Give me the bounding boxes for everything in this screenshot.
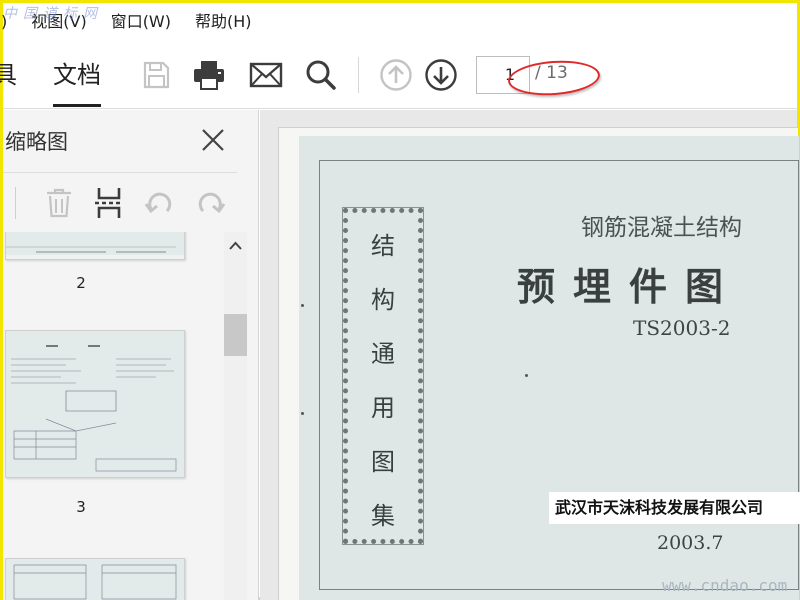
company-name: 武汉市天沫科技发展有限公司: [549, 492, 800, 524]
chevron-up-icon: [229, 241, 242, 250]
thumbnail-page-3[interactable]: [5, 330, 185, 478]
save-button[interactable]: [136, 55, 176, 95]
thumbnail-drawing: [6, 232, 184, 255]
panel-toolbar-separator: [15, 187, 16, 219]
vertical-title-char: 通: [371, 340, 395, 368]
panel-title: 缩略图: [5, 130, 68, 154]
scan-speck: [301, 304, 304, 307]
email-button[interactable]: [246, 55, 286, 95]
menu-item-window[interactable]: 窗口(W): [99, 3, 183, 41]
menu-bar: ) 视图(V) 窗口(W) 帮助(H): [1, 3, 797, 41]
next-page-button[interactable]: [421, 55, 461, 95]
print-button[interactable]: [189, 55, 229, 95]
menu-item-edit[interactable]: ): [1, 3, 19, 41]
arrow-down-icon: [425, 59, 457, 91]
panel-toolbar: [3, 172, 237, 232]
vertical-title-char: 图: [371, 448, 395, 476]
thumbnail-page-number: 3: [76, 498, 86, 516]
document-subtitle: 钢筋混凝土结构: [581, 215, 742, 241]
site-watermark: www.cndao.com: [662, 576, 788, 595]
rotate-right-button[interactable]: [193, 185, 229, 221]
scanned-cover: 结 构 通 用 图 集 钢筋混凝土结构 预埋件图 TS2003-2 武汉市天沫科…: [299, 136, 800, 600]
extract-page-button[interactable]: [91, 185, 127, 221]
thumbnail-page-2[interactable]: [5, 232, 185, 260]
thumbnail-panel: 缩略图 2 3: [3, 110, 259, 600]
toolbar-separator: [358, 57, 359, 93]
thumbnail-scrollbar[interactable]: [224, 232, 247, 600]
thumbnail-page-number: 2: [76, 274, 86, 292]
tab-document[interactable]: 文档: [53, 55, 101, 107]
scan-speck: [525, 374, 528, 377]
undo-icon: [144, 192, 172, 214]
email-icon: [249, 62, 283, 88]
scrollbar-thumb[interactable]: [224, 314, 247, 356]
search-button[interactable]: [301, 55, 341, 95]
scan-speck: [301, 412, 304, 415]
print-icon: [194, 61, 224, 90]
vertical-title: 结 构 通 用 图 集: [348, 219, 418, 543]
thumbnail-list[interactable]: 2 3: [3, 232, 223, 600]
document-code: TS2003-2: [633, 316, 731, 340]
panel-close-button[interactable]: [195, 122, 231, 158]
document-date: 2003.7: [657, 532, 724, 554]
main-toolbar: 具 文档 1 / 13: [0, 41, 797, 109]
vertical-title-char: 构: [371, 286, 395, 314]
delete-page-button[interactable]: [41, 185, 77, 221]
search-icon: [306, 60, 336, 90]
document-page: 结 构 通 用 图 集 钢筋混凝土结构 预埋件图 TS2003-2 武汉市天沫科…: [278, 127, 800, 600]
close-icon: [202, 129, 224, 151]
redo-icon: [198, 192, 226, 214]
thumbnail-page-4[interactable]: [5, 558, 185, 600]
vertical-title-box: 结 构 通 用 图 集: [342, 207, 424, 545]
previous-page-button[interactable]: [376, 55, 416, 95]
menu-item-view[interactable]: 视图(V): [19, 3, 98, 41]
extract-icon: [95, 188, 123, 218]
tab-tools[interactable]: 具: [0, 55, 17, 95]
arrow-up-icon: [380, 59, 412, 91]
delete-icon: [47, 188, 71, 218]
menu-item-help[interactable]: 帮助(H): [183, 3, 264, 41]
document-view[interactable]: 结 构 通 用 图 集 钢筋混凝土结构 预埋件图 TS2003-2 武汉市天沫科…: [260, 110, 800, 600]
vertical-title-char: 用: [371, 394, 395, 422]
thumbnail-drawing: [6, 559, 184, 600]
thumbnail-drawing: [6, 331, 184, 477]
rotate-left-button[interactable]: [141, 185, 177, 221]
vertical-title-char: 结: [371, 232, 395, 260]
save-icon: [143, 61, 170, 89]
document-title: 预埋件图: [517, 264, 742, 309]
vertical-title-char: 集: [371, 502, 395, 530]
